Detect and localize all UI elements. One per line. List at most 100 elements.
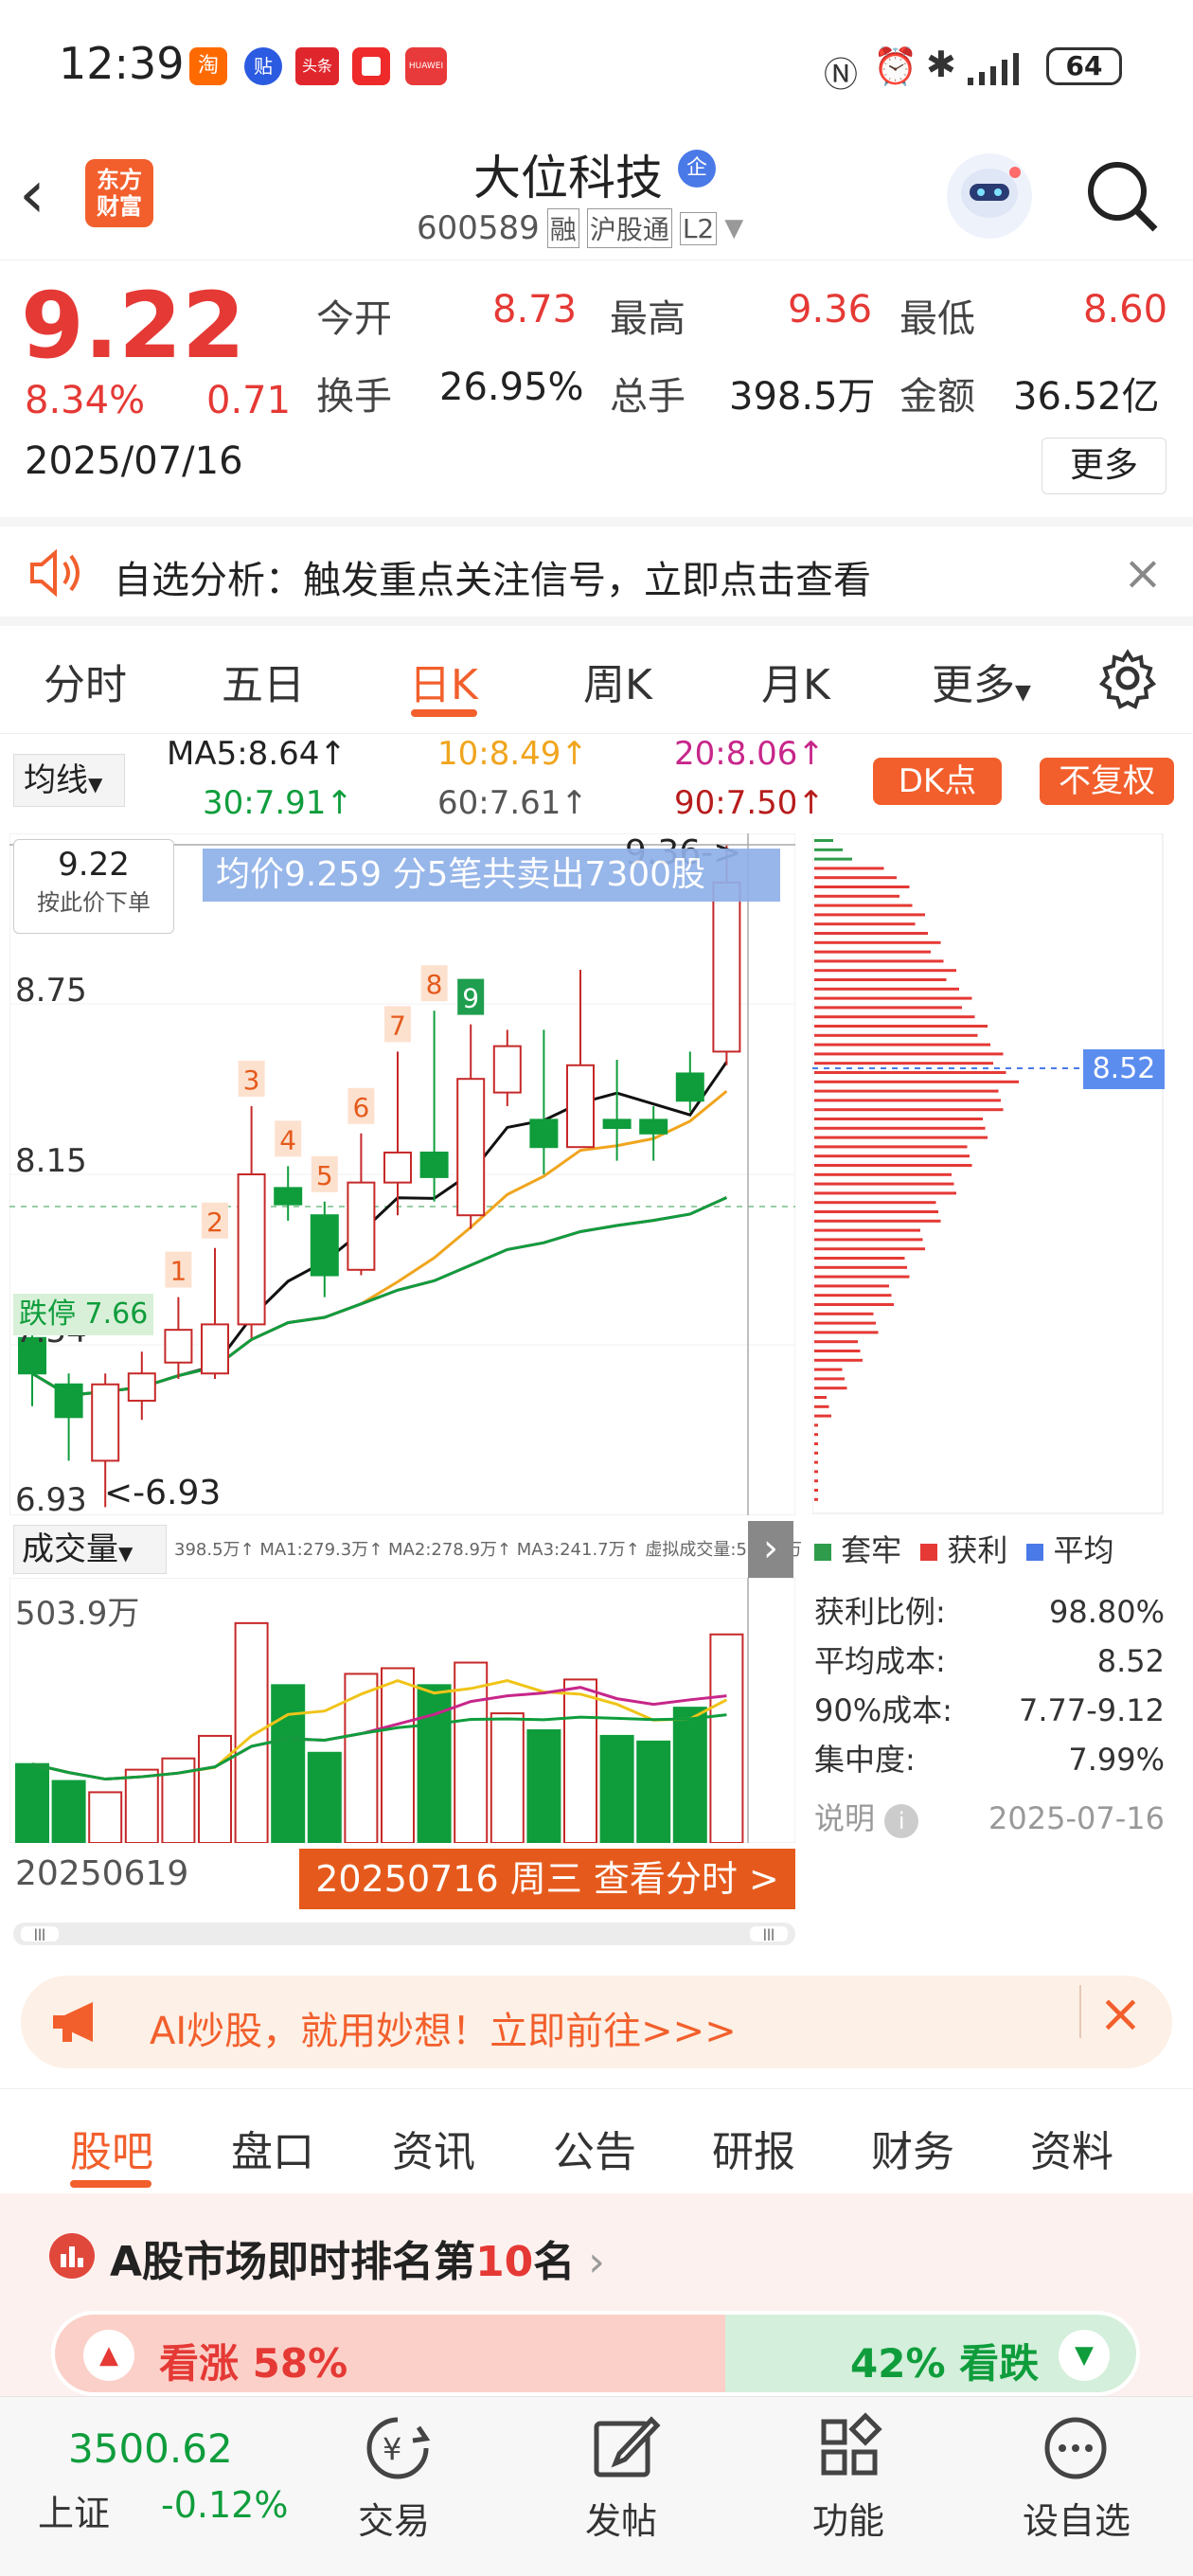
trade-icon[interactable]: ¥ (360, 2410, 436, 2486)
chip-distribution (812, 833, 1164, 1514)
sequence-marker-label: 4 (279, 1124, 296, 1155)
high-value: 9.36 (788, 288, 873, 331)
stock-header: ‹ 东方 财富 大位科技 企 600589 融 沪股通 L2 ▼ (0, 133, 1193, 260)
avg-cost-label: 平均成本: (814, 1643, 946, 1679)
eastmoney-logo[interactable]: 东方 财富 (85, 159, 153, 227)
ma30-legend: 30:7.91↑ (203, 784, 353, 822)
chip-bar (814, 959, 944, 963)
tab-five-day[interactable]: 五日 (222, 651, 305, 711)
tab-profile[interactable]: 资料 (1030, 2118, 1113, 2178)
tab-finance[interactable]: 财务 (871, 2118, 954, 2178)
chip-bar (814, 876, 897, 880)
ma-selector[interactable]: 均线▼ (13, 754, 125, 807)
tab-news[interactable]: 资讯 (392, 2118, 475, 2178)
huawei-icon: HUAWEI (405, 47, 447, 85)
volume-value: 398.5万 (729, 375, 876, 419)
turnover-label: 换手 (316, 375, 392, 419)
dk-point-button[interactable]: DK点 (873, 758, 1002, 805)
tab-orderbook[interactable]: 盘口 (231, 2118, 314, 2178)
bear-arrow-icon[interactable]: ▼ (1059, 2330, 1110, 2381)
tab-forum[interactable]: 股吧 (70, 2118, 153, 2178)
tab-more[interactable]: 更多▼ (932, 651, 1031, 711)
chip-bar (814, 987, 959, 991)
chip-bar (814, 886, 910, 888)
order-price-box[interactable]: 9.22 按此价下单 (13, 839, 174, 934)
kline-plot[interactable]: 12 345 6 78 9 (9, 833, 795, 1515)
candle-body (127, 1372, 156, 1403)
tab-announcements[interactable]: 公告 (553, 2118, 636, 2178)
nav-functions-label[interactable]: 功能 (812, 2492, 884, 2544)
candle-body (419, 1151, 449, 1178)
no-adjust-button[interactable]: 不复权 (1040, 758, 1174, 805)
volume-label: 总手 (610, 375, 686, 419)
candle-body (529, 1118, 559, 1149)
chip-bar (814, 1312, 874, 1315)
tab-daily-k[interactable]: 日K (409, 651, 478, 711)
chip-bar (814, 1099, 1001, 1102)
sequence-marker-label: 2 (206, 1207, 223, 1238)
chip-bar (814, 1294, 892, 1297)
rank-number: 10 (475, 2238, 534, 2286)
ma20-value: 20:8.06 (674, 735, 798, 773)
scroll-handle-left[interactable]: ||| (21, 1926, 59, 1941)
rank-title[interactable]: A股市场即时排名第10名 › (110, 2227, 605, 2288)
close-icon[interactable]: × (1098, 1983, 1143, 2045)
note-date: 2025-07-16 (988, 1800, 1165, 1836)
y-tick-875: 8.75 (15, 972, 87, 1010)
candle-body (383, 1151, 412, 1184)
order-price-value: 9.22 (58, 846, 130, 884)
add-watchlist-icon[interactable] (1038, 2410, 1113, 2486)
view-intraday-button[interactable]: 20250716 周三 查看分时 > (299, 1849, 795, 1909)
chip-legend: 套牢 获利 平均 (814, 1527, 1114, 1570)
chip-bar (814, 922, 916, 926)
sequence-marker-label: 9 (462, 983, 479, 1014)
settings-gear-icon[interactable] (1096, 647, 1159, 709)
scroll-handle-right[interactable]: ||| (750, 1926, 788, 1941)
candle-body (347, 1181, 376, 1271)
chip-bar (814, 1433, 818, 1437)
profit-ratio-value: 98.80% (1048, 1594, 1165, 1630)
close-icon[interactable]: × (1123, 546, 1163, 600)
chip-bar (814, 1201, 936, 1205)
ai-ad-banner[interactable]: AI炒股，就用妙想！立即前往>>> × (21, 1976, 1172, 2068)
ad-text: AI炒股，就用妙想！立即前往>>> (150, 2010, 737, 2053)
ma90-legend: 90:7.50↑ (674, 784, 825, 822)
chip-note-row[interactable]: 说明 i 2025-07-16 (814, 1794, 1165, 1843)
open-label: 今开 (316, 297, 392, 341)
battery-icon: 64 (1046, 47, 1122, 85)
tab-weekly-k[interactable]: 周K (583, 651, 652, 711)
volume-max-label: 503.9万 (15, 1595, 140, 1633)
bull-arrow-icon[interactable]: ▲ (83, 2330, 134, 2381)
chip-bar (814, 1182, 954, 1186)
nav-trade-label[interactable]: 交易 (358, 2492, 430, 2544)
nav-post-label[interactable]: 发帖 (585, 2492, 657, 2544)
robot-assistant-icon[interactable] (947, 153, 1032, 239)
candle-body (492, 1045, 522, 1094)
expand-arrow-icon[interactable]: › (748, 1521, 793, 1578)
functions-icon[interactable] (812, 2410, 888, 2486)
tab-monthly-k[interactable]: 月K (761, 651, 830, 711)
nav-add-watchlist-label[interactable]: 设自选 (1023, 2492, 1131, 2544)
ma30-value: 30:7.91 (203, 784, 327, 822)
limit-down-tag: 跌停 7.66 (13, 1294, 154, 1335)
candle-body (712, 881, 741, 1053)
stock-code-row[interactable]: 600589 融 沪股通 L2 ▼ (417, 208, 743, 248)
chip-bar (814, 903, 913, 907)
logo-text-1: 东方 (97, 167, 142, 193)
last-price: 9.22 (21, 273, 245, 379)
volume-bar (234, 1621, 269, 1843)
tab-intraday[interactable]: 分时 (44, 651, 127, 711)
alert-banner[interactable]: 自选分析：触发重点关注信号，立即点击查看 × (0, 517, 1193, 626)
candle-body (201, 1323, 229, 1375)
search-icon[interactable] (1079, 153, 1165, 239)
high-label: 最高 (610, 297, 686, 341)
change-percent: 8.34% (25, 379, 146, 422)
tab-research[interactable]: 研报 (712, 2118, 795, 2178)
volume-selector[interactable]: 成交量▼ (13, 1525, 167, 1574)
more-button[interactable]: 更多 (1042, 438, 1166, 494)
post-icon[interactable] (587, 2410, 663, 2486)
chip-bar (814, 1265, 907, 1269)
chip-bar (814, 1303, 894, 1306)
chart-scrollbar[interactable]: ||| ||| (13, 1923, 795, 1945)
back-icon[interactable]: ‹ (19, 161, 45, 227)
